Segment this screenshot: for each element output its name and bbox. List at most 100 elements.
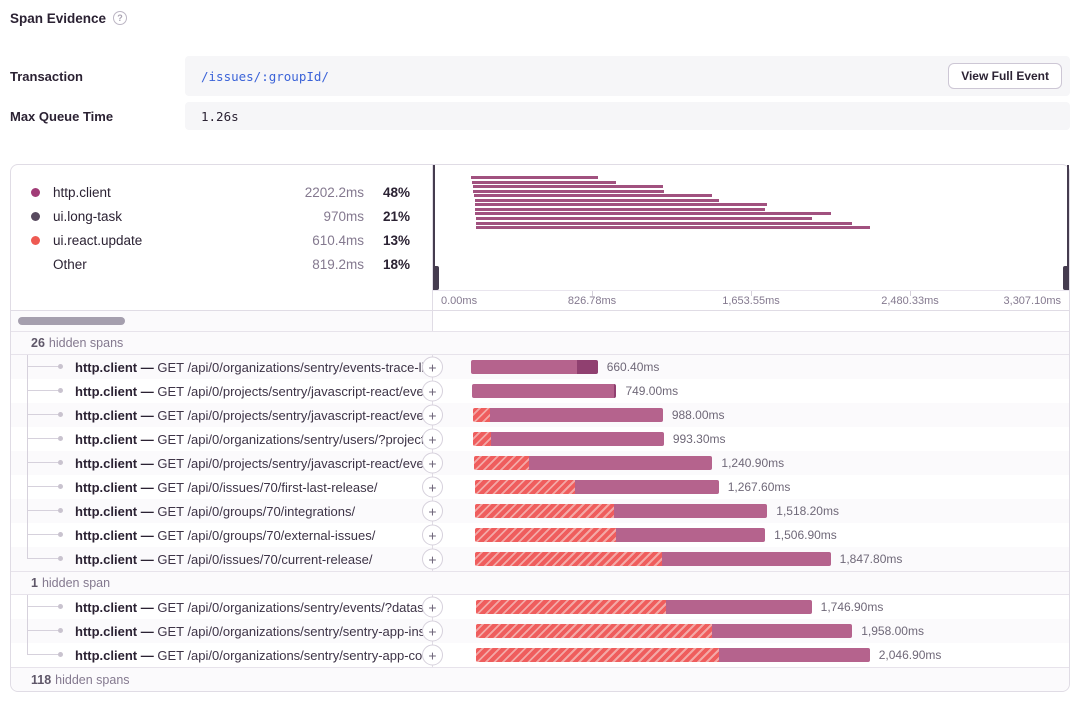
tree-connector-vertical [27,403,28,427]
horizontal-scrollbar-thumb[interactable] [18,317,125,325]
op-description-separator: — [137,552,157,567]
span-label: http.client — GET /api/0/projects/sentry… [75,403,423,427]
expand-span-button[interactable]: + [422,453,443,474]
key-value-list: Transaction /issues/:groupId/ View Full … [10,56,1070,130]
span-row-duration-cell: 2,046.90ms [433,643,1069,667]
span-description: GET /api/0/organizations/sentry/sentry-a… [157,624,423,639]
legend-item: ui.long-task970ms21% [31,204,410,228]
hidden-spans-count: 118 [31,673,51,687]
span-row: http.client — GET /api/0/groups/70/exter… [11,523,1069,547]
plus-icon: + [428,432,436,446]
tree-node-dot [58,508,63,513]
span-duration-label: 1,847.80ms [840,552,903,566]
span-endcap-segment [577,360,597,374]
axis-tick-label: 826.78ms [568,295,616,307]
legend-duration: 2202.2ms [269,185,364,200]
minimap-left-handle[interactable] [433,165,435,290]
span-duration-label: 749.00ms [625,384,678,398]
legend-color-dot [31,212,40,221]
minimap-span-bar [475,208,765,211]
transaction-value[interactable]: /issues/:groupId/ View Full Event [185,56,1070,96]
tree-connector-vertical [27,523,28,547]
minimap[interactable] [433,165,1069,290]
tree-connector-vertical [27,499,28,523]
span-description: GET /api/0/organizations/sentry/events/?… [157,600,423,615]
legend-op-name: http.client [53,185,269,200]
span-description: GET /api/0/organizations/sentry/sentry-a… [157,648,423,663]
span-label: http.client — GET /api/0/organizations/s… [75,595,423,619]
expand-span-button[interactable]: + [422,429,443,450]
legend-item: Other819.2ms18% [31,252,410,276]
span-main-segment [719,648,870,662]
minimap-span-bar [476,217,812,220]
transaction-link[interactable]: /issues/:groupId/ [201,69,329,84]
op-description-separator: — [137,504,157,519]
minimap-span-bar [475,212,830,215]
span-main-segment [529,456,713,470]
span-op: http.client [75,528,137,543]
tree-connector-horizontal [27,510,60,511]
view-full-event-button[interactable]: View Full Event [948,63,1062,89]
max-queue-time-value: 1.26s [185,102,1070,130]
span-op: http.client [75,408,137,423]
help-icon[interactable]: ? [113,11,127,25]
expand-span-button[interactable]: + [422,477,443,498]
span-row: http.client — GET /api/0/projects/sentry… [11,403,1069,427]
tree-node-dot [58,532,63,537]
tree-connector-horizontal [27,534,60,535]
span-row: http.client — GET /api/0/organizations/s… [11,619,1069,643]
legend-color-dot [31,188,40,197]
transaction-label: Transaction [10,56,185,96]
span-duration-bar [474,456,713,470]
op-description-separator: — [137,384,157,399]
span-row: http.client — GET /api/0/projects/sentry… [11,451,1069,475]
expand-span-button[interactable]: + [422,645,443,666]
expand-span-button[interactable]: + [422,621,443,642]
span-duration-label: 1,746.90ms [821,600,884,614]
legend-item: ui.react.update610.4ms13% [31,228,410,252]
minimap-right-handle[interactable] [1067,165,1069,290]
legend-op-name: Other [53,257,269,272]
time-axis: 0.00ms826.78ms1,653.55ms2,480.33ms3,307.… [433,290,1069,310]
expand-span-button[interactable]: + [422,381,443,402]
expand-span-button[interactable]: + [422,501,443,522]
tree-connector-horizontal [27,438,60,439]
hidden-spans-row: 118hidden spans [11,667,1069,691]
legend-percentage: 18% [364,257,410,272]
tree-node-dot [58,388,63,393]
span-op: http.client [75,432,137,447]
expand-span-button[interactable]: + [422,525,443,546]
span-row-description-cell: http.client — GET /api/0/issues/70/curre… [11,547,433,571]
span-op: http.client [75,648,137,663]
op-description-separator: — [137,528,157,543]
queue-time-hatch-segment [475,552,662,566]
span-duration-label: 1,240.90ms [721,456,784,470]
span-description: GET /api/0/groups/70/integrations/ [157,504,355,519]
expand-span-button[interactable]: + [422,597,443,618]
plus-icon: + [428,456,436,470]
span-op: http.client [75,456,137,471]
expand-span-button[interactable]: + [422,405,443,426]
span-duration-bar [471,360,598,374]
span-row: http.client — GET /api/0/organizations/s… [11,355,1069,379]
hidden-spans-row: 1hidden span [11,571,1069,595]
span-row-duration-cell: 1,506.90ms [433,523,1069,547]
expand-span-button[interactable]: + [422,357,443,378]
tree-connector-horizontal [27,366,60,367]
max-queue-time-row: Max Queue Time 1.26s [10,102,1070,130]
scrollbar-row-spacer [433,311,1069,331]
tree-connector-horizontal [27,414,60,415]
span-label: http.client — GET /api/0/issues/70/first… [75,475,423,499]
span-row-duration-cell: 988.00ms [433,403,1069,427]
span-duration-bar [475,504,767,518]
span-duration-label: 660.40ms [607,360,660,374]
expand-span-button[interactable]: + [422,549,443,570]
tree-node-dot [58,364,63,369]
span-row-duration-cell: 1,240.90ms [433,451,1069,475]
scrollbar-row [11,310,1069,331]
tree-connector-horizontal [27,390,60,391]
tree-node-dot [58,652,63,657]
op-description-separator: — [137,624,157,639]
span-main-segment [472,384,614,398]
span-row-duration-cell: 993.30ms [433,427,1069,451]
